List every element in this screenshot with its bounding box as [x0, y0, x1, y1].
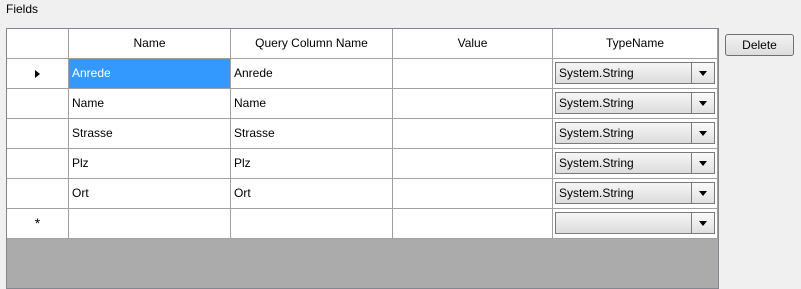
- row-header[interactable]: [7, 59, 69, 89]
- typename-combobox-value: System.String: [559, 96, 634, 110]
- typename-combobox[interactable]: System.String: [555, 92, 715, 114]
- new-row: *: [7, 209, 718, 239]
- cell-typename: [553, 209, 718, 239]
- cell-typename: System.String: [553, 89, 718, 119]
- cell-name[interactable]: [69, 209, 231, 239]
- chevron-down-icon[interactable]: [691, 153, 714, 173]
- cell-name[interactable]: Name: [69, 89, 231, 119]
- fields-group-label: Fields: [6, 2, 39, 16]
- column-header-name[interactable]: Name: [69, 29, 231, 59]
- cell-query-column-name[interactable]: Ort: [231, 179, 393, 209]
- cell-value[interactable]: [393, 179, 553, 209]
- cell-name[interactable]: Anrede: [69, 59, 231, 89]
- cell-value[interactable]: [393, 119, 553, 149]
- cell-name[interactable]: Strasse: [69, 119, 231, 149]
- table-row: Plz Plz System.String: [7, 149, 718, 179]
- typename-combobox-value: System.String: [559, 186, 634, 200]
- cell-value[interactable]: [393, 59, 553, 89]
- typename-combobox-value: System.String: [559, 156, 634, 170]
- cell-query-column-name[interactable]: Name: [231, 89, 393, 119]
- column-header-typename[interactable]: TypeName: [553, 29, 718, 59]
- table-row: Strasse Strasse System.String: [7, 119, 718, 149]
- cell-typename: System.String: [553, 179, 718, 209]
- typename-combobox[interactable]: System.String: [555, 182, 715, 204]
- table-row: Anrede Anrede System.String: [7, 59, 718, 89]
- row-header[interactable]: [7, 179, 69, 209]
- delete-button[interactable]: Delete: [725, 34, 794, 56]
- column-header-value[interactable]: Value: [393, 29, 553, 59]
- grid-corner-header[interactable]: [7, 29, 69, 59]
- cell-query-column-name[interactable]: [231, 209, 393, 239]
- fields-grid[interactable]: Name Query Column Name Value TypeName An…: [6, 28, 719, 289]
- typename-combobox[interactable]: System.String: [555, 122, 715, 144]
- cell-typename: System.String: [553, 149, 718, 179]
- row-header[interactable]: *: [7, 209, 69, 239]
- cell-name[interactable]: Plz: [69, 149, 231, 179]
- chevron-down-icon[interactable]: [691, 213, 714, 233]
- cell-value[interactable]: [393, 89, 553, 119]
- table-row: Ort Ort System.String: [7, 179, 718, 209]
- row-header[interactable]: [7, 149, 69, 179]
- cell-typename: System.String: [553, 59, 718, 89]
- table-row: Name Name System.String: [7, 89, 718, 119]
- grid-header-row: Name Query Column Name Value TypeName: [7, 29, 718, 59]
- typename-combobox-value: System.String: [559, 126, 634, 140]
- new-row-asterisk-icon: *: [34, 215, 41, 231]
- cell-query-column-name[interactable]: Anrede: [231, 59, 393, 89]
- column-header-query-column-name[interactable]: Query Column Name: [231, 29, 393, 59]
- cell-typename: System.String: [553, 119, 718, 149]
- cell-query-column-name[interactable]: Strasse: [231, 119, 393, 149]
- typename-combobox[interactable]: System.String: [555, 62, 715, 84]
- cell-name[interactable]: Ort: [69, 179, 231, 209]
- cell-value[interactable]: [393, 149, 553, 179]
- typename-combobox[interactable]: [555, 212, 715, 234]
- chevron-down-icon[interactable]: [691, 93, 714, 113]
- chevron-down-icon[interactable]: [691, 123, 714, 143]
- current-row-arrow-icon: [35, 69, 40, 78]
- cell-value[interactable]: [393, 209, 553, 239]
- typename-combobox[interactable]: System.String: [555, 152, 715, 174]
- row-header[interactable]: [7, 119, 69, 149]
- row-header[interactable]: [7, 89, 69, 119]
- typename-combobox-value: System.String: [559, 66, 634, 80]
- chevron-down-icon[interactable]: [691, 63, 714, 83]
- chevron-down-icon[interactable]: [691, 183, 714, 203]
- cell-query-column-name[interactable]: Plz: [231, 149, 393, 179]
